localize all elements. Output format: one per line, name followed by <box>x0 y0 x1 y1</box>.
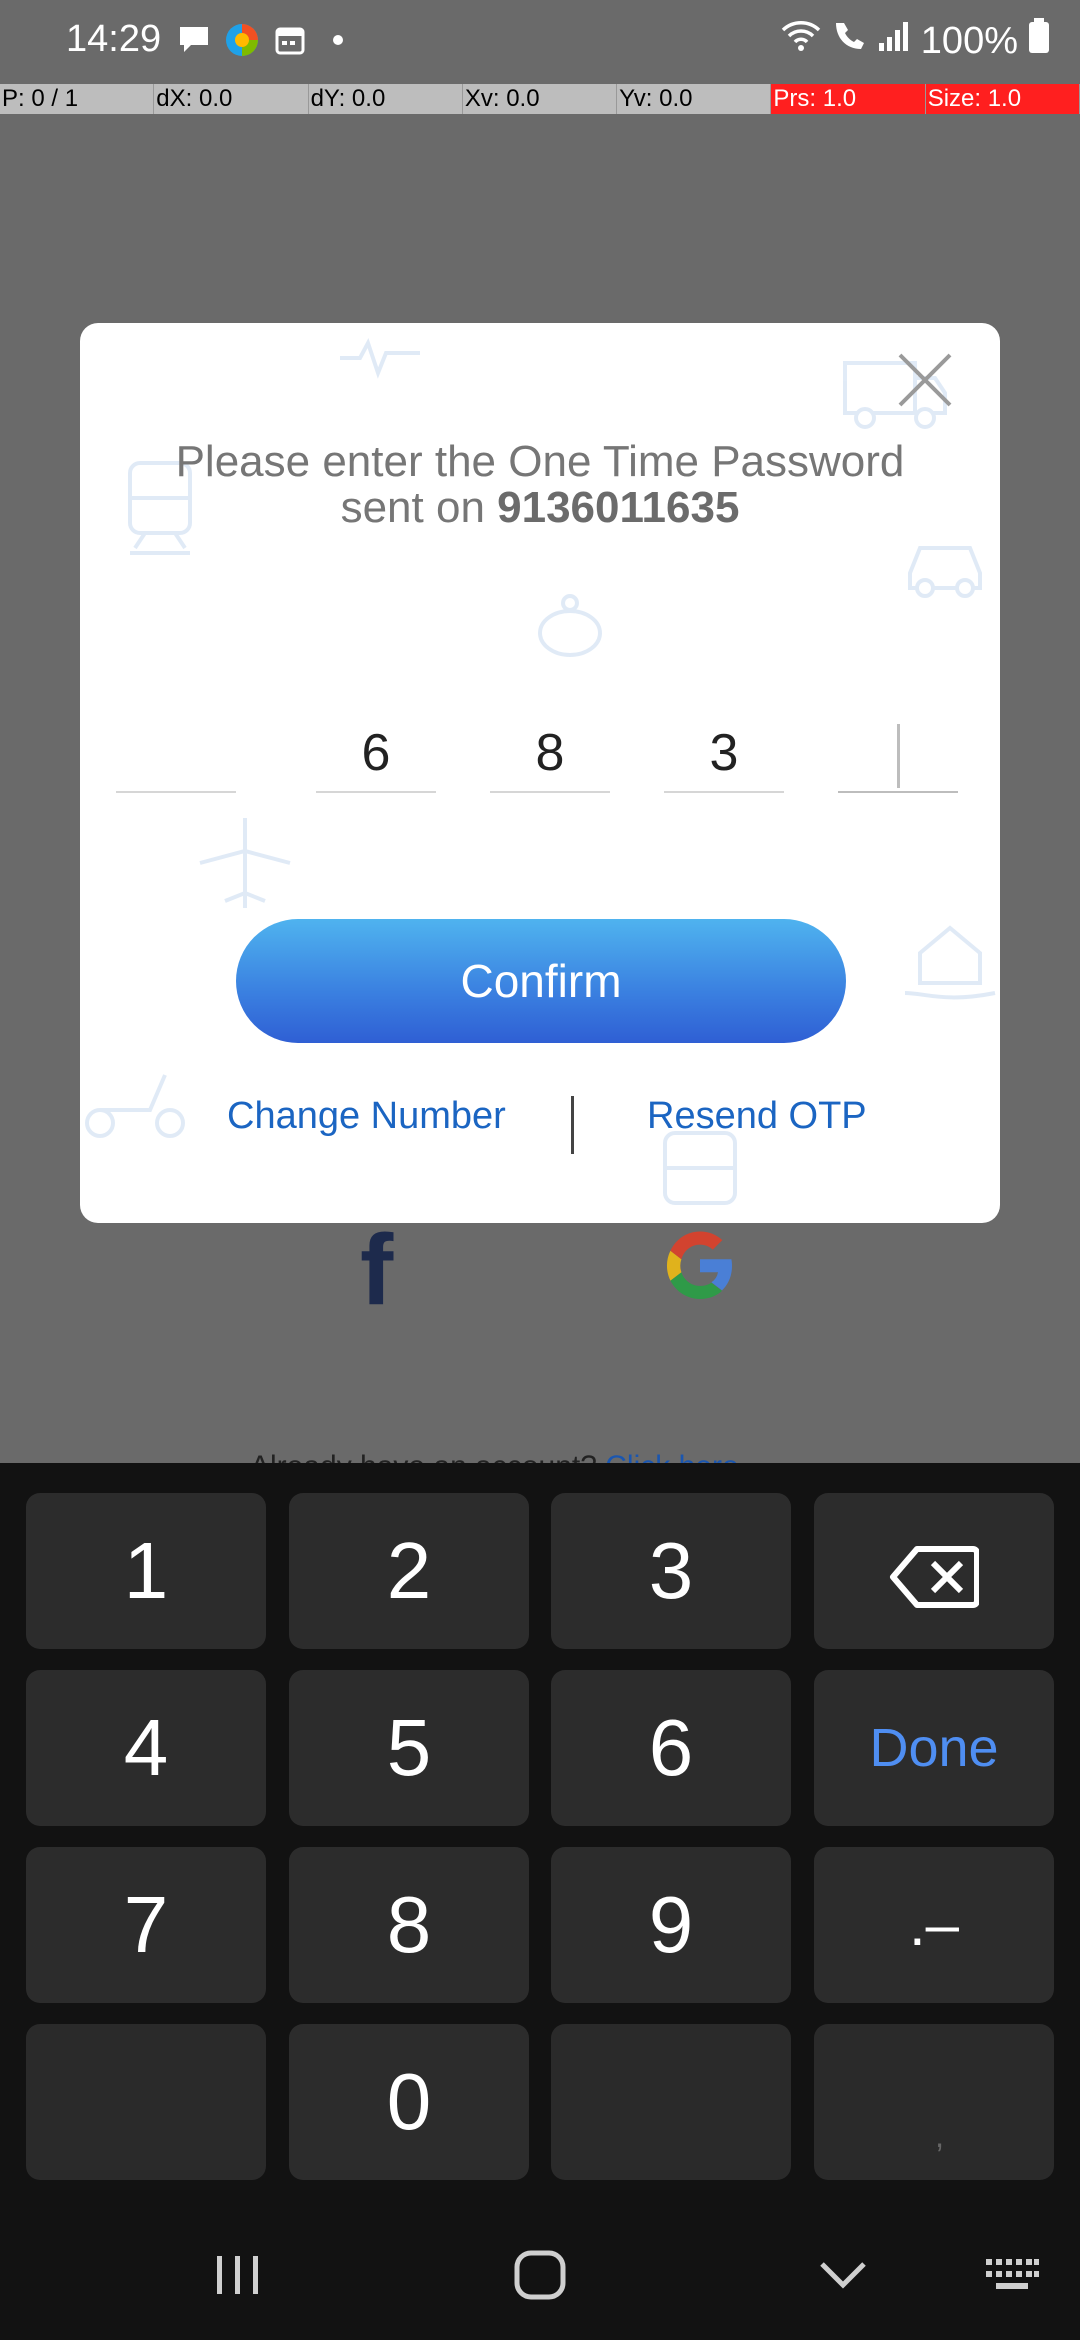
otp-digit-3[interactable]: 8 <box>490 713 610 793</box>
wifi-icon <box>781 19 821 63</box>
system-icons: 100% <box>781 18 1050 64</box>
recents-button[interactable] <box>198 2235 278 2315</box>
dot-icon <box>320 22 356 58</box>
backspace-icon <box>890 1545 980 1608</box>
airplane-icon <box>199 818 291 908</box>
facebook-icon[interactable]: f <box>360 1220 393 1320</box>
resend-otp-link[interactable]: Resend OTP <box>647 1095 867 1138</box>
otp-input-row: 6 8 3 <box>116 713 966 793</box>
status-bar: 14:29 100% <box>0 0 1080 84</box>
comma-label: , <box>935 2118 944 2154</box>
otp-digit-2[interactable]: 6 <box>316 713 436 793</box>
backspace-key[interactable] <box>814 1493 1054 1649</box>
key-0[interactable]: 0 <box>289 2024 529 2180</box>
close-icon[interactable] <box>890 345 960 415</box>
key-2[interactable]: 2 <box>289 1493 529 1649</box>
change-number-link[interactable]: Change Number <box>227 1095 506 1138</box>
google-icon[interactable] <box>660 1225 740 1305</box>
hide-keyboard-button[interactable] <box>803 2235 883 2315</box>
key-1[interactable]: 1 <box>26 1493 266 1649</box>
done-key[interactable]: Done <box>814 1670 1054 1826</box>
blank-key-middle <box>551 2024 791 2180</box>
text-cursor <box>896 724 900 789</box>
navigation-bar <box>0 2209 1080 2340</box>
pointer-dx: dX: 0.0 <box>154 84 309 114</box>
pointer-pressure: Prs: 1.0 <box>771 84 926 114</box>
otp-title-line1: Please enter the One Time Password <box>175 437 905 486</box>
pointer-dy: dY: 0.0 <box>309 84 463 114</box>
pointer-location-bar: P: 0 / 1 dX: 0.0 dY: 0.0 Xv: 0.0 Yv: 0.0… <box>0 84 1080 114</box>
home-button[interactable] <box>500 2235 580 2315</box>
numeric-keyboard: 1 2 3 4 5 6 Done 7 8 9 .– 0 , <box>0 1463 1080 2209</box>
otp-instructions: Please enter the One Time Password sent … <box>80 439 1000 531</box>
piggy-bank-icon <box>538 594 602 657</box>
pointer-size: Size: 1.0 <box>925 84 1080 114</box>
scooter-icon <box>85 1074 185 1138</box>
keyboard-icon <box>986 2259 1039 2289</box>
key-9[interactable]: 9 <box>551 1847 791 2003</box>
edge-browser-icon <box>224 22 260 58</box>
pointer-count: P: 0 / 1 <box>0 84 155 114</box>
otp-digit-5[interactable] <box>838 713 958 793</box>
pointer-xv: Xv: 0.0 <box>463 84 618 114</box>
home-icon <box>514 2250 566 2300</box>
wifi-calling-icon <box>831 19 867 63</box>
pointer-yv: Yv: 0.0 <box>617 84 772 114</box>
otp-digit-4[interactable]: 3 <box>664 713 784 793</box>
calendar-icon <box>272 22 308 58</box>
battery-percent: 100% <box>920 19 1018 62</box>
key-5[interactable]: 5 <box>289 1670 529 1826</box>
key-6[interactable]: 6 <box>551 1670 791 1826</box>
key-4[interactable]: 4 <box>26 1670 266 1826</box>
key-7[interactable]: 7 <box>26 1847 266 2003</box>
link-divider <box>571 1096 574 1154</box>
bus-icon <box>663 1131 737 1205</box>
otp-title-prefix: sent on <box>340 483 498 532</box>
signal-icon <box>877 19 911 63</box>
recents-icon <box>217 2256 258 2294</box>
home-hand-icon <box>904 925 996 1000</box>
notification-icons <box>176 22 356 58</box>
blank-key-left <box>26 2024 266 2180</box>
confirm-button[interactable]: Confirm <box>236 919 846 1043</box>
key-3[interactable]: 3 <box>551 1493 791 1649</box>
phone-number: 9136011635 <box>497 483 740 532</box>
keyboard-switch-button[interactable] <box>972 2235 1052 2315</box>
otp-digit-1[interactable] <box>116 713 236 793</box>
otp-title-line2: sent on 9136011635 <box>80 485 1000 531</box>
dot-dash-key[interactable]: .– <box>814 1847 1054 2003</box>
otp-dialog: Please enter the One Time Password sent … <box>80 323 1000 1223</box>
chat-icon <box>176 22 212 58</box>
key-8[interactable]: 8 <box>289 1847 529 2003</box>
comma-key[interactable]: , <box>814 2024 1054 2180</box>
car-icon <box>908 546 982 598</box>
battery-icon <box>1028 18 1050 64</box>
status-time: 14:29 <box>66 18 162 60</box>
chevron-down-icon <box>820 2262 866 2289</box>
social-login-row: f <box>360 1220 760 1320</box>
heartbeat-icon <box>340 337 420 379</box>
